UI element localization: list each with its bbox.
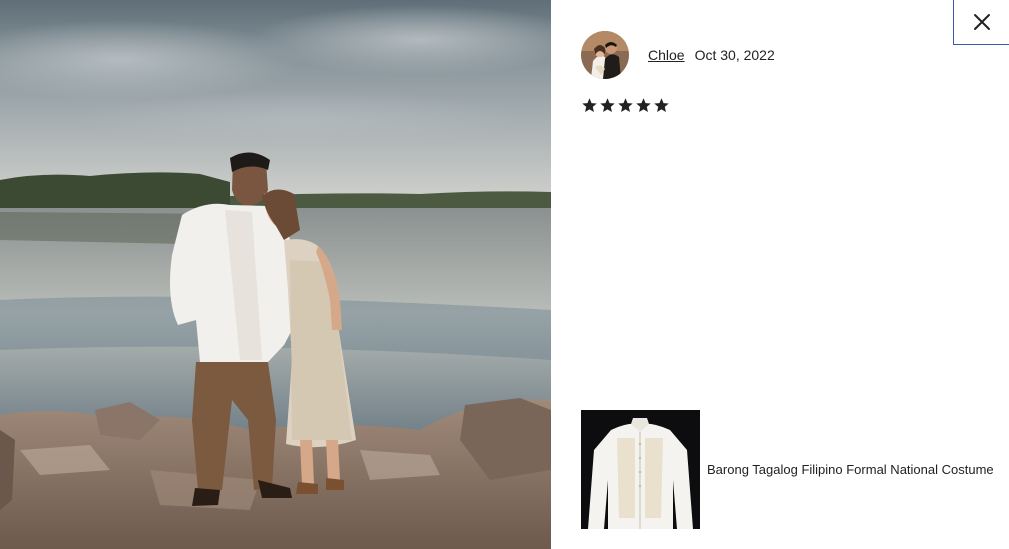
review-date: Oct 30, 2022 xyxy=(694,47,775,63)
avatar[interactable] xyxy=(581,31,629,79)
couple-lake-photo xyxy=(0,0,551,549)
close-button[interactable] xyxy=(953,0,1009,45)
product-title[interactable]: Barong Tagalog Filipino Formal National … xyxy=(707,462,999,477)
reviewer-name-link[interactable]: Chloe xyxy=(648,47,685,63)
star-icon xyxy=(618,98,633,113)
close-icon xyxy=(973,14,990,30)
review-photo xyxy=(0,0,551,549)
star-icon xyxy=(600,98,615,113)
review-details: Chloe Oct 30, 2022 Barong Tagalog Filipi… xyxy=(551,0,1009,549)
star-icon xyxy=(654,98,669,113)
avatar-image xyxy=(581,31,629,79)
reviewer-info: Chloe Oct 30, 2022 xyxy=(581,31,775,79)
review-modal: Chloe Oct 30, 2022 Barong Tagalog Filipi… xyxy=(0,0,1009,549)
reviewed-product-link[interactable]: Barong Tagalog Filipino Formal National … xyxy=(581,410,999,529)
product-thumbnail[interactable] xyxy=(581,410,700,529)
star-icon xyxy=(582,98,597,113)
barong-shirt-image xyxy=(581,410,700,529)
star-rating xyxy=(581,97,670,114)
star-icon xyxy=(636,98,651,113)
